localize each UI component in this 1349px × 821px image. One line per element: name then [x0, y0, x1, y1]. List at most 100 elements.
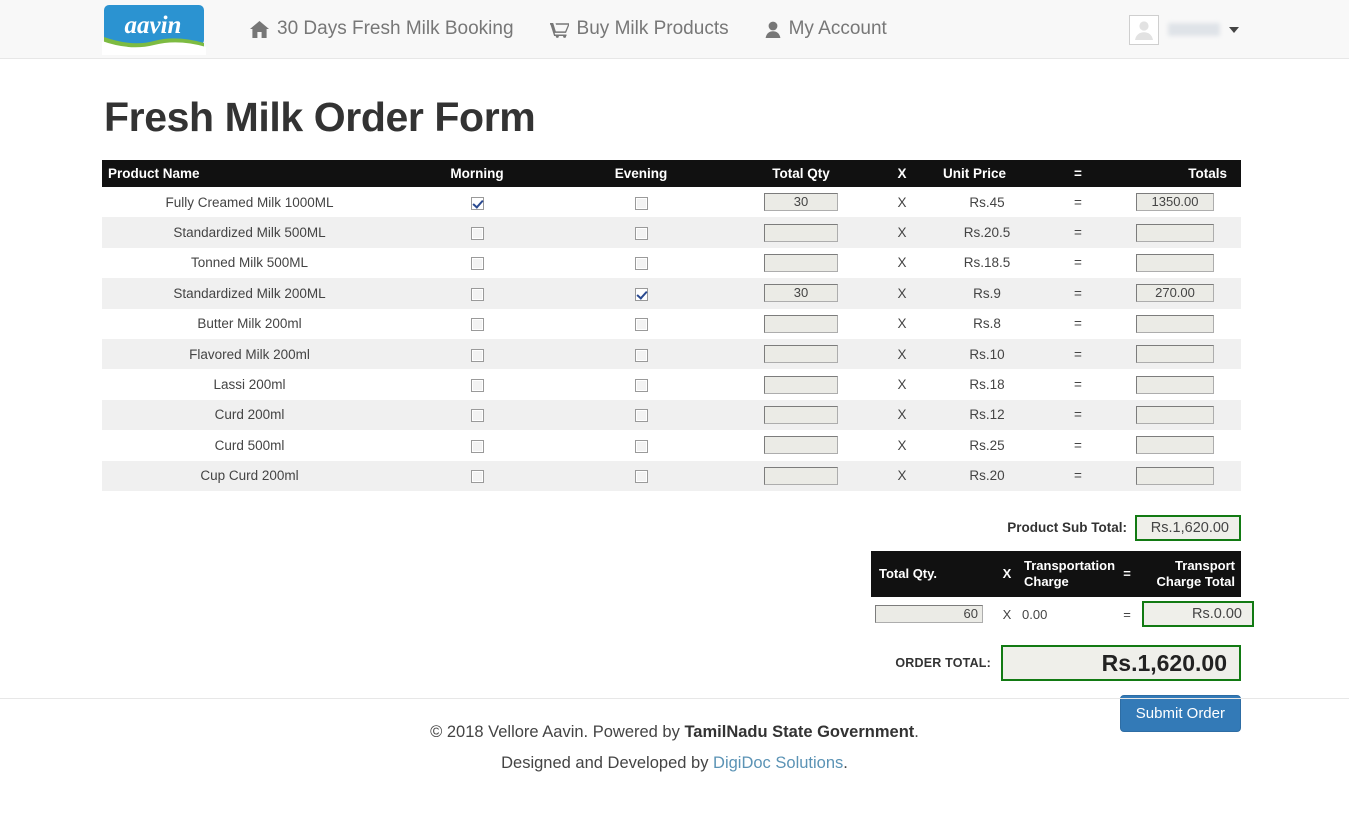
nav-item-booking[interactable]: 30 Days Fresh Milk Booking — [232, 0, 532, 59]
total-qty-input[interactable] — [764, 345, 838, 364]
unit-price-cell: Rs.9 — [973, 285, 1001, 301]
unit-price-cell: Rs.25 — [969, 437, 1005, 453]
morning-checkbox[interactable] — [470, 287, 484, 301]
total-qty-cell — [725, 217, 877, 247]
evening-checkbox[interactable] — [634, 378, 648, 392]
total-qty-input[interactable] — [764, 375, 838, 394]
total-qty-cell: 30 — [725, 187, 877, 217]
total-qty-cell — [725, 369, 877, 399]
times-symbol: X — [897, 407, 907, 423]
product-name-cell: Standardized Milk 200ML — [173, 285, 326, 301]
top-navbar: aavin 30 Days Fresh Milk Booking Buy Mil… — [0, 0, 1349, 59]
footer-government-text: TamilNadu State Government — [684, 723, 915, 741]
evening-checkbox[interactable] — [634, 318, 648, 332]
order-table-header-row: Product Name Morning Evening Total Qty X… — [102, 160, 1241, 187]
equals-symbol: = — [1074, 346, 1082, 362]
evening-cell — [557, 430, 725, 460]
product-name-cell: Butter Milk 200ml — [197, 316, 302, 332]
morning-cell — [397, 339, 557, 369]
transport-table-body: 60 X 0.00 = Rs.0.00 — [871, 597, 1254, 632]
morning-checkbox[interactable] — [470, 257, 484, 271]
morning-checkbox[interactable] — [470, 439, 484, 453]
unit-price-cell: Rs.45 — [969, 194, 1005, 210]
table-row: Cup Curd 200ml X Rs.20 = — [102, 460, 1241, 491]
total-qty-input[interactable]: 30 — [764, 193, 838, 212]
times-symbol: X — [897, 346, 907, 362]
unit-price-cell: Rs.18 — [969, 377, 1005, 393]
total-qty-input[interactable] — [764, 405, 838, 424]
equals-symbol: = — [1074, 225, 1082, 241]
times-symbol: X — [897, 468, 907, 484]
page-title: Fresh Milk Order Form — [104, 94, 536, 140]
morning-checkbox[interactable] — [470, 227, 484, 241]
equals-symbol: = — [1074, 407, 1082, 423]
total-qty-input[interactable] — [764, 253, 838, 272]
times-symbol: X — [897, 194, 907, 210]
evening-checkbox[interactable] — [634, 227, 648, 241]
evening-checkbox[interactable] — [634, 287, 648, 301]
row-total-input — [1136, 466, 1214, 485]
order-table-body: Fully Creamed Milk 1000ML 30 X Rs.45 = 1350.0… — [102, 187, 1241, 491]
row-total-cell — [1109, 430, 1241, 460]
transport-total-qty-input[interactable]: 60 — [875, 605, 983, 624]
evening-checkbox[interactable] — [634, 439, 648, 453]
evening-cell — [557, 339, 725, 369]
product-subtotal-label: Product Sub Total: — [1007, 520, 1127, 536]
nav-item-my-account[interactable]: My Account — [747, 0, 905, 59]
morning-cell — [397, 369, 557, 399]
footer-line-1: © 2018 Vellore Aavin. Powered by TamilNa… — [0, 717, 1349, 748]
chevron-down-icon[interactable] — [1229, 26, 1239, 33]
evening-cell — [557, 187, 725, 217]
table-row: Standardized Milk 500ML X Rs.20.5 = — [102, 217, 1241, 248]
transport-value-row: 60 X 0.00 = Rs.0.00 — [871, 597, 1254, 632]
evening-checkbox[interactable] — [634, 409, 648, 423]
morning-checkbox[interactable] — [470, 409, 484, 423]
row-total-cell — [1109, 309, 1241, 339]
product-subtotal-row: Product Sub Total: Rs.1,620.00 — [1007, 514, 1241, 541]
aavin-logo[interactable]: aavin — [102, 3, 206, 55]
table-row: Lassi 200ml X Rs.18 = — [102, 369, 1241, 400]
row-total-cell: 270.00 — [1109, 278, 1241, 308]
total-qty-input[interactable] — [764, 223, 838, 242]
evening-checkbox[interactable] — [634, 257, 648, 271]
primary-nav: 30 Days Fresh Milk Booking Buy Milk Prod… — [232, 0, 905, 59]
morning-checkbox[interactable] — [470, 196, 484, 210]
times-symbol: X — [897, 225, 907, 241]
footer-line2-period: . — [843, 753, 848, 772]
unit-price-cell: Rs.12 — [969, 407, 1005, 423]
nav-item-buy-products[interactable]: Buy Milk Products — [532, 0, 747, 59]
product-name-cell: Lassi 200ml — [213, 377, 286, 393]
morning-cell — [397, 430, 557, 460]
equals-symbol: = — [1074, 285, 1082, 301]
transport-charge-value: 0.00 — [1018, 597, 1116, 632]
table-row: Fully Creamed Milk 1000ML 30 X Rs.45 = 1350.0… — [102, 187, 1241, 218]
row-total-input — [1136, 314, 1214, 333]
total-qty-input[interactable] — [764, 466, 838, 485]
row-total-input — [1136, 253, 1214, 272]
total-qty-cell — [725, 400, 877, 430]
morning-checkbox[interactable] — [470, 378, 484, 392]
digidoc-solutions-link[interactable]: DigiDoc Solutions — [713, 754, 843, 772]
morning-cell — [397, 187, 557, 217]
total-qty-input[interactable] — [764, 436, 838, 455]
evening-checkbox[interactable] — [634, 196, 648, 210]
evening-cell — [557, 248, 725, 278]
morning-checkbox[interactable] — [470, 470, 484, 484]
col-transportation-charge: Transportation Charge — [1018, 550, 1116, 598]
transport-header-row: Total Qty. X Transportation Charge = Tra… — [871, 550, 1241, 598]
col-transport-times: X — [996, 550, 1018, 598]
evening-checkbox[interactable] — [634, 470, 648, 484]
total-qty-input[interactable]: 30 — [764, 284, 838, 303]
morning-checkbox[interactable] — [470, 348, 484, 362]
transport-times-symbol: X — [996, 597, 1018, 632]
unit-price-cell: Rs.10 — [969, 346, 1005, 362]
times-symbol: X — [897, 316, 907, 332]
evening-checkbox[interactable] — [634, 348, 648, 362]
morning-checkbox[interactable] — [470, 318, 484, 332]
row-total-cell: 1350.00 — [1109, 187, 1241, 217]
total-qty-cell: 30 — [725, 278, 877, 308]
total-qty-input[interactable] — [764, 314, 838, 333]
col-equals: = — [1047, 160, 1109, 187]
account-menu[interactable] — [1129, 0, 1239, 59]
morning-cell — [397, 400, 557, 430]
